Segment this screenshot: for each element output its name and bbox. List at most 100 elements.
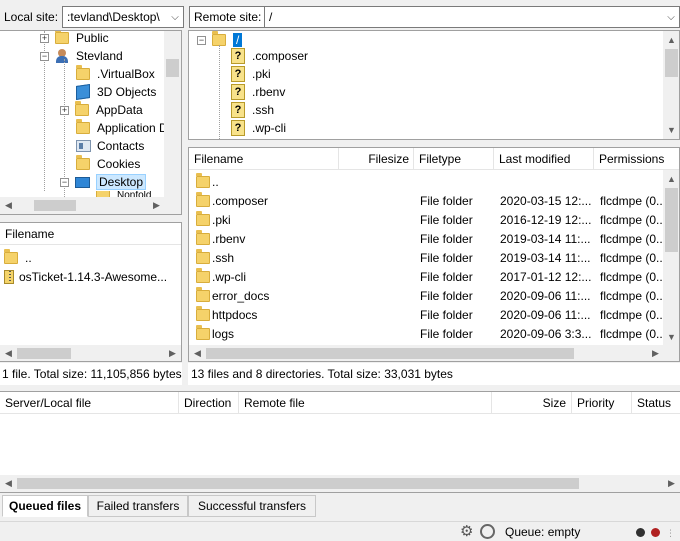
local-path-combo[interactable]: :tevland\Desktop\ ⌵ (62, 6, 185, 28)
column-remote-file[interactable]: Remote file (239, 392, 492, 414)
queue-status: Queue: empty (505, 525, 581, 539)
local-tree-vscroll[interactable] (164, 31, 181, 199)
table-row[interactable]: .. (189, 172, 663, 191)
cell-filesize (339, 191, 409, 210)
column-filesize[interactable]: Filesize (339, 148, 414, 170)
cell-last-modified: 2020-09-06 11:... (500, 307, 591, 322)
local-path-value[interactable]: :tevland\Desktop\ (67, 10, 160, 24)
column-filetype[interactable]: Filetype (414, 148, 494, 170)
column-priority[interactable]: Priority (572, 392, 632, 414)
cell-last-modified: 2020-09-06 11:... (500, 288, 591, 303)
remote-path-value[interactable]: / (269, 10, 272, 24)
table-row[interactable]: .pki File folder 2016-12-19 12:... flcdmpe … (189, 210, 663, 229)
remote-list-vscroll[interactable]: ▲ ▼ (663, 170, 679, 345)
scroll-right-icon[interactable]: ▶ (164, 345, 181, 361)
column-direction[interactable]: Direction (179, 392, 239, 414)
tree-item-ssh[interactable]: ? .ssh (231, 101, 274, 119)
tree-item-pki[interactable]: ? .pki (231, 65, 271, 83)
collapse-icon[interactable]: − (197, 35, 206, 45)
expand-icon[interactable]: + (40, 33, 49, 43)
transfer-queue: Server/Local file Direction Remote file … (0, 391, 680, 493)
scroll-thumb[interactable] (665, 49, 678, 77)
scroll-thumb[interactable] (17, 348, 71, 359)
scroll-up-icon[interactable]: ▲ (663, 170, 679, 187)
resize-grip-icon[interactable]: ⋮ (666, 528, 675, 539)
tree-item-contacts[interactable]: Contacts (76, 137, 144, 155)
tree-item-wp-cli[interactable]: ? .wp-cli (231, 119, 286, 137)
tree-item-composer[interactable]: ? .composer (231, 47, 308, 65)
cell-filesize (339, 286, 409, 305)
scroll-thumb[interactable] (665, 188, 678, 252)
collapse-icon[interactable]: − (60, 177, 69, 187)
local-list-hscroll[interactable]: ◀ ▶ (0, 345, 181, 361)
tree-item-application-data[interactable]: Application D (76, 119, 168, 137)
question-folder-icon: ? (231, 102, 245, 118)
chevron-down-icon[interactable]: ⌵ (663, 7, 679, 27)
cell-filename: .wp-cli (212, 269, 247, 284)
list-item[interactable]: osTicket-1.14.3-Awesome... (4, 267, 167, 286)
scroll-thumb[interactable] (206, 348, 574, 359)
scroll-down-icon[interactable]: ▼ (663, 121, 679, 138)
tab-queued-files[interactable]: Queued files (2, 495, 88, 517)
scroll-left-icon[interactable]: ◀ (0, 475, 17, 492)
remote-site-label-box: Remote site: (189, 6, 264, 28)
folder-icon (196, 230, 210, 245)
scroll-up-icon[interactable]: ▲ (663, 31, 679, 48)
column-server-local-file[interactable]: Server/Local file (0, 392, 179, 414)
folder-icon (76, 65, 90, 80)
local-site-label: Local site: (4, 10, 59, 24)
column-last-modified[interactable]: Last modified (494, 148, 594, 170)
tab-successful-transfers[interactable]: Successful transfers (188, 495, 316, 517)
tree-item-virtualbox[interactable]: .VirtualBox (76, 65, 155, 83)
table-row[interactable]: .wp-cli File folder 2017-01-12 12:... flcdm… (189, 267, 663, 286)
speed-limit-icon[interactable] (480, 524, 495, 539)
collapse-icon[interactable]: − (40, 51, 49, 61)
table-row[interactable]: .composer File folder 2020-03-15 12:... flc… (189, 191, 663, 210)
remote-list-hscroll[interactable]: ◀ ▶ (189, 345, 679, 361)
tree-item-cookies[interactable]: Cookies (76, 155, 140, 173)
column-filename[interactable]: Filename (0, 223, 181, 245)
scroll-thumb[interactable] (166, 59, 179, 77)
scroll-left-icon[interactable]: ◀ (0, 197, 17, 214)
table-row[interactable]: httpdocs File folder 2020-09-06 11:... flcd… (189, 305, 663, 324)
cell-filetype: File folder (420, 231, 473, 246)
remote-tree-vscroll[interactable]: ▲ ▼ (663, 31, 679, 139)
tab-failed-transfers[interactable]: Failed transfers (88, 495, 188, 517)
table-row[interactable]: logs File folder 2020-09-06 3:3... flcdmpe … (189, 324, 663, 343)
tree-item-desktop[interactable]: − Desktop (60, 173, 147, 191)
expand-icon[interactable]: + (60, 105, 69, 115)
tree-item-stevland[interactable]: − Stevland (40, 47, 123, 65)
tree-item-appdata[interactable]: + AppData (60, 101, 143, 119)
folder-icon (76, 119, 90, 134)
column-status[interactable]: Status (632, 392, 680, 414)
cell-last-modified: 2019-03-14 11:... (500, 250, 591, 265)
local-tree-hscroll[interactable]: ◀ ▶ (0, 197, 181, 214)
scroll-left-icon[interactable]: ◀ (0, 345, 17, 361)
gear-icon[interactable]: ⚙ (460, 524, 473, 540)
tree-item-rbenv[interactable]: ? .rbenv (231, 83, 285, 101)
folder-icon (196, 268, 210, 283)
scroll-thumb[interactable] (17, 478, 579, 489)
scroll-thumb[interactable] (34, 200, 76, 211)
scroll-right-icon[interactable]: ▶ (148, 197, 165, 214)
table-row[interactable]: error_docs File folder 2020-09-06 11:... fl… (189, 286, 663, 305)
column-size[interactable]: Size (492, 392, 572, 414)
tree-item-public[interactable]: + Public (40, 31, 109, 47)
table-row[interactable]: .ssh File folder 2019-03-14 11:... flcdmpe … (189, 248, 663, 267)
scroll-down-icon[interactable]: ▼ (663, 328, 679, 345)
tree-item-3d-objects[interactable]: 3D Objects (76, 83, 156, 101)
cell-filename: .pki (212, 212, 231, 227)
folder-icon (75, 101, 89, 116)
list-item[interactable]: .. (4, 248, 32, 267)
remote-path-combo[interactable]: / ⌵ (264, 6, 680, 28)
local-list-header: Filename ⌃ (0, 223, 181, 245)
cell-permissions: flcdmpe (0... (600, 326, 662, 341)
chevron-down-icon[interactable]: ⌵ (167, 7, 184, 27)
queue-hscroll[interactable]: ◀ ▶ (0, 475, 680, 492)
scroll-right-icon[interactable]: ▶ (663, 475, 680, 492)
column-permissions[interactable]: Permissions (594, 148, 679, 170)
scroll-left-icon[interactable]: ◀ (189, 345, 206, 361)
cell-filetype: File folder (420, 193, 473, 208)
table-row[interactable]: .rbenv File folder 2019-03-14 11:... flcdmp… (189, 229, 663, 248)
scroll-right-icon[interactable]: ▶ (647, 345, 664, 361)
